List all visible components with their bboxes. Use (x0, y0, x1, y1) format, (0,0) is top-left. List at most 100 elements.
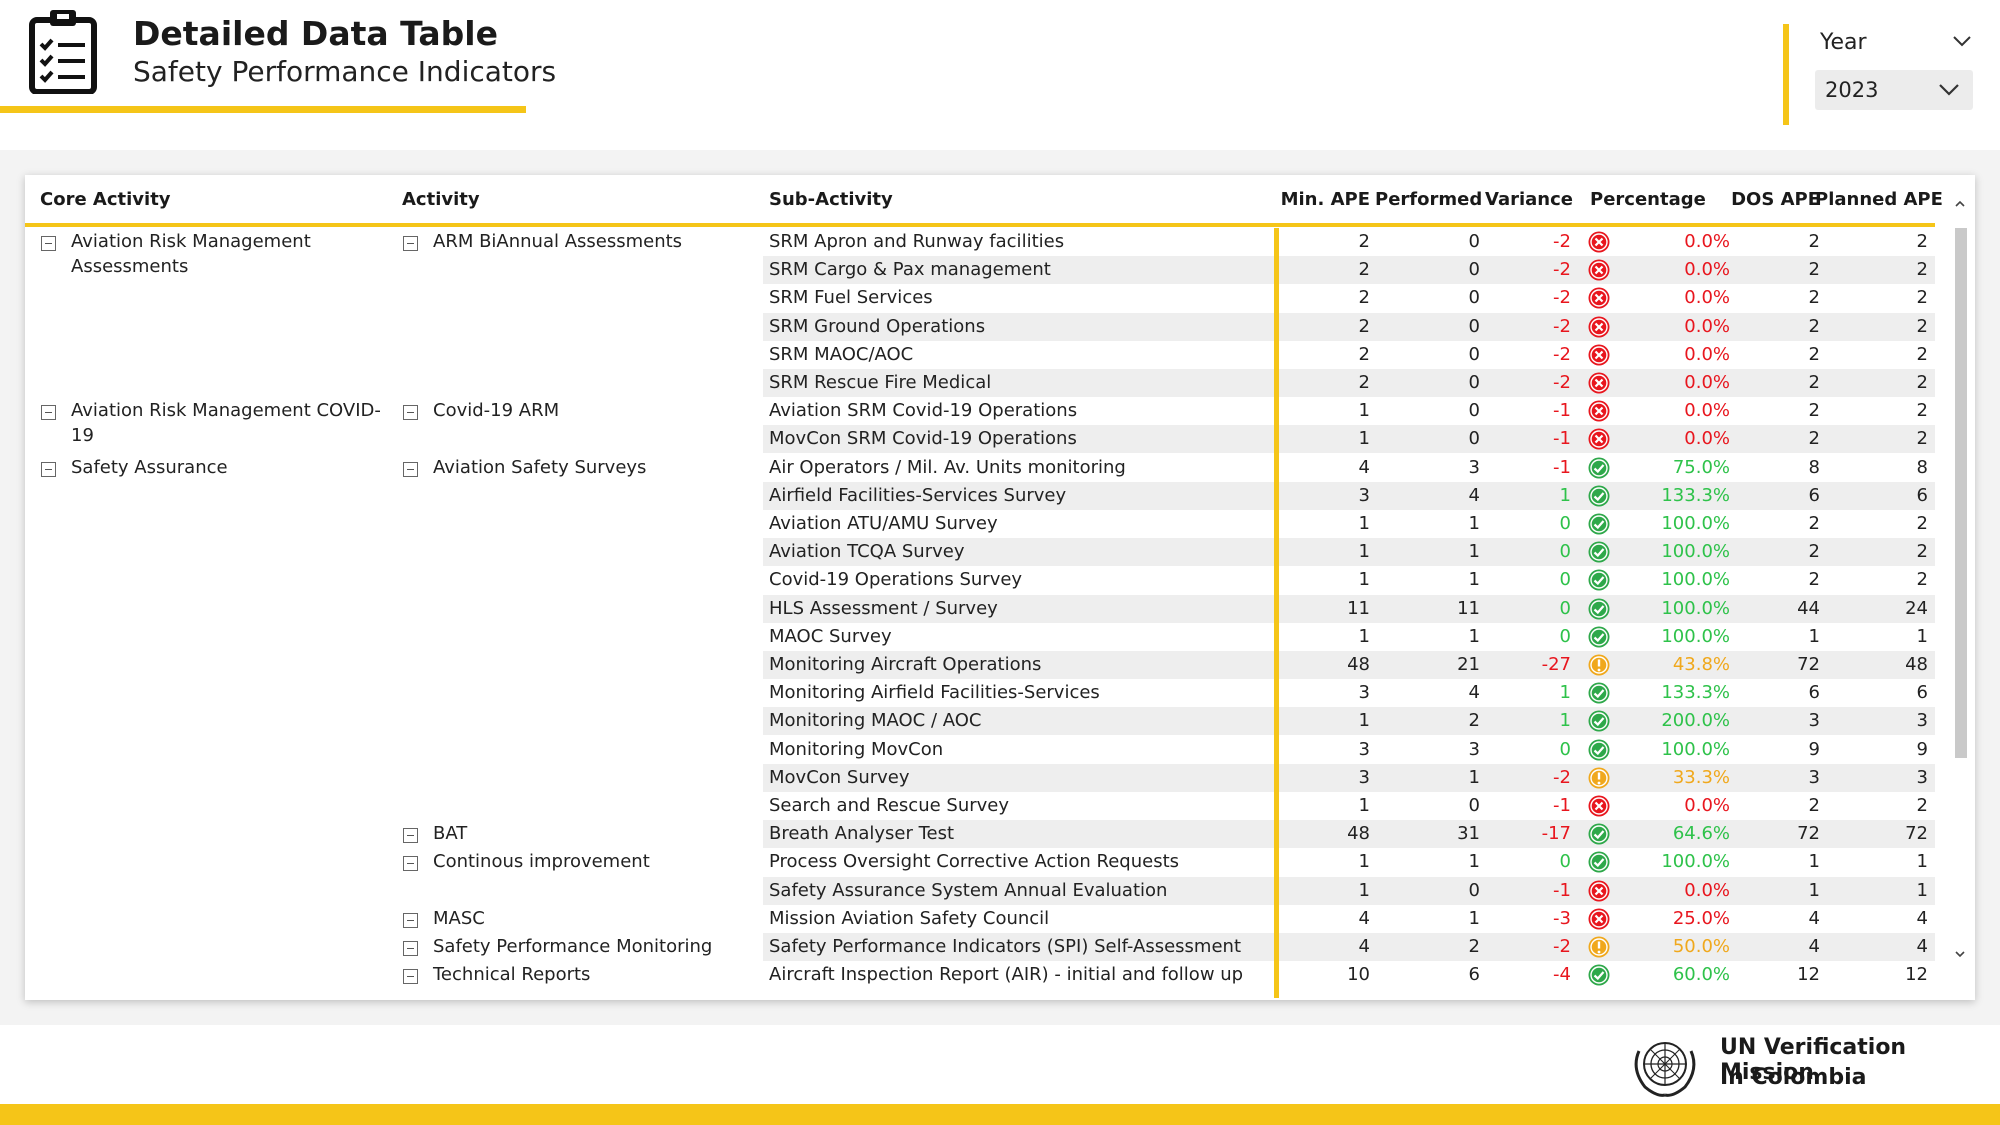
min-ape-cell: 3 (1358, 484, 1370, 506)
dos-ape-cell: 2 (1808, 231, 1820, 252)
table-row[interactable]: Safety Performance Indicators (SPI) Self… (25, 933, 1935, 961)
percentage-cell: 200.0% (1661, 710, 1730, 732)
table-row[interactable]: Airfield Facilities-Services Survey 3 4 1 6 6… (25, 481, 1935, 510)
collapse-toggle-icon[interactable] (41, 461, 56, 477)
dos-ape-cell: 12 (1797, 964, 1820, 986)
chevron-down-icon[interactable] (1948, 30, 1976, 52)
col-core-activity[interactable]: Core Activity (40, 189, 171, 210)
percentage-cell: 0.0% (1684, 372, 1730, 393)
min-ape-cell: 1 (1358, 851, 1370, 873)
min-ape-cell: 1 (1358, 428, 1370, 450)
col-activity[interactable]: Activity (402, 189, 480, 210)
col-variance[interactable]: Variance (1485, 189, 1573, 210)
performed-cell: 1 (1468, 625, 1480, 647)
status-fail-icon (1588, 908, 1610, 930)
activity-group: Aviation Safety Surveys (433, 456, 647, 478)
table-row[interactable]: MAOC Survey 1 1 0 1 1 100.0% (25, 623, 1935, 651)
header-underline (25, 223, 1935, 227)
status-check-icon (1588, 457, 1610, 479)
vertical-scrollbar-thumb[interactable] (1955, 228, 1967, 758)
min-ape-cell: 3 (1358, 766, 1370, 788)
status-check-icon (1588, 569, 1610, 591)
table-row[interactable]: SRM Ground Operations 2 0 -2 2 2 0.0% (25, 312, 1935, 341)
sub-activity-cell: Aviation SRM Covid-19 Operations (769, 400, 1078, 422)
planned-ape-cell: 6 (1916, 484, 1928, 506)
percentage-cell: 50.0% (1672, 936, 1730, 957)
collapse-toggle-icon[interactable] (403, 405, 418, 421)
percentage-cell: 75.0% (1672, 456, 1730, 478)
planned-ape-cell: 1 (1916, 879, 1928, 901)
dos-ape-cell: 1 (1808, 879, 1820, 901)
scroll-up-icon[interactable] (1953, 197, 1967, 211)
percentage-cell: 33.3% (1672, 766, 1730, 788)
sub-activity-cell: Breath Analyser Test (769, 823, 955, 845)
table-row[interactable]: Aircraft Inspection Report (AIR) - initi… (25, 961, 1935, 989)
planned-ape-cell: 72 (1905, 823, 1928, 845)
col-sub-activity[interactable]: Sub-Activity (769, 189, 893, 210)
dos-ape-cell: 4 (1808, 907, 1820, 929)
planned-ape-cell: 6 (1916, 682, 1928, 704)
dos-ape-cell: 6 (1808, 484, 1820, 506)
status-fail-icon (1588, 259, 1610, 281)
table-row[interactable]: Aviation TCQA Survey 1 1 0 2 2 100.0% (25, 538, 1935, 567)
status-check-icon (1588, 739, 1610, 761)
percentage-cell: 0.0% (1684, 231, 1730, 252)
status-fail-icon (1588, 880, 1610, 902)
collapse-toggle-icon[interactable] (403, 941, 418, 956)
year-dropdown[interactable]: 2023 (1815, 70, 1973, 110)
status-check-icon (1588, 823, 1610, 845)
scroll-down-icon[interactable] (1953, 947, 1967, 961)
performed-cell: 1 (1468, 907, 1480, 929)
variance-cell: 0 (1559, 569, 1571, 591)
collapse-toggle-icon[interactable] (403, 828, 418, 844)
collapse-toggle-icon[interactable] (41, 236, 56, 251)
table-row[interactable]: Search and Rescue Survey 1 0 -1 2 2 0.0% (25, 792, 1935, 820)
table-row[interactable]: SRM MAOC/AOC 2 0 -2 2 2 0.0% (25, 341, 1935, 369)
activity-group: Continous improvement (433, 851, 650, 873)
table-row[interactable]: MovCon Survey 3 1 -2 3 3 33.3% (25, 763, 1935, 792)
planned-ape-cell: 2 (1916, 231, 1928, 252)
col-min-ape[interactable]: Min. APE (1265, 189, 1370, 210)
table-row[interactable]: HLS Assessment / Survey 11 11 0 44 24 100.0% (25, 594, 1935, 623)
collapse-toggle-icon[interactable] (403, 236, 418, 251)
sub-activity-cell: SRM Rescue Fire Medical (769, 372, 992, 393)
min-ape-cell: 2 (1358, 287, 1370, 309)
collapse-toggle-icon[interactable] (403, 856, 418, 872)
performed-cell: 4 (1468, 682, 1480, 704)
table-row[interactable]: Monitoring Airfield Facilities-Services 3… (25, 679, 1935, 707)
planned-ape-cell: 2 (1916, 569, 1928, 591)
status-fail-icon (1588, 344, 1610, 366)
table-row[interactable]: Covid-19 Operations Survey 1 1 0 2 2 100.0% (25, 566, 1935, 594)
min-ape-cell: 1 (1358, 569, 1370, 591)
collapse-toggle-icon[interactable] (403, 912, 418, 928)
collapse-toggle-icon[interactable] (41, 405, 56, 421)
col-dos-ape[interactable]: DOS APE (1715, 189, 1820, 210)
col-performed[interactable]: Performed (1375, 189, 1482, 210)
table-row[interactable]: SRM Fuel Services 2 0 -2 2 2 0.0% (25, 284, 1935, 312)
dos-ape-cell: 2 (1808, 541, 1820, 563)
dos-ape-cell: 1 (1808, 851, 1820, 873)
min-ape-cell: 48 (1347, 823, 1370, 845)
year-dropdown-value: 2023 (1825, 78, 1879, 102)
table-row[interactable]: Monitoring MAOC / AOC 1 2 1 3 3 200.0% (25, 707, 1935, 736)
collapse-toggle-icon[interactable] (403, 461, 418, 477)
table-row[interactable]: Monitoring Aircraft Operations 48 21 -27 72 4… (25, 651, 1935, 679)
table-row[interactable]: Process Oversight Corrective Action Requ… (25, 848, 1935, 876)
status-fail-icon (1588, 231, 1610, 253)
activity-group: Technical Reports (433, 964, 591, 986)
col-percentage[interactable]: Percentage (1590, 189, 1706, 210)
core-activity-group: Safety Assurance (71, 456, 228, 478)
table-row[interactable]: Mission Aviation Safety Council 4 1 -3 4 4 25.… (25, 905, 1935, 933)
variance-cell: -1 (1553, 879, 1571, 901)
table-row[interactable]: Aviation ATU/AMU Survey 1 1 0 2 2 100.0% (25, 510, 1935, 538)
min-ape-cell: 1 (1358, 513, 1370, 534)
performed-cell: 21 (1457, 654, 1480, 675)
status-fail-icon (1588, 400, 1610, 422)
min-ape-cell: 4 (1358, 936, 1370, 957)
table-row[interactable]: Safety Assurance System Annual Evaluatio… (25, 876, 1935, 905)
table-row[interactable]: Breath Analyser Test 48 31 -17 72 72 64.6% (25, 820, 1935, 849)
table-row[interactable]: Monitoring MovCon 3 3 0 9 9 100.0% (25, 736, 1935, 764)
table-row[interactable]: SRM Rescue Fire Medical 2 0 -2 2 2 0.0% (25, 369, 1935, 397)
collapse-toggle-icon[interactable] (403, 969, 418, 985)
col-planned-ape[interactable]: Planned APE (1815, 189, 1943, 210)
